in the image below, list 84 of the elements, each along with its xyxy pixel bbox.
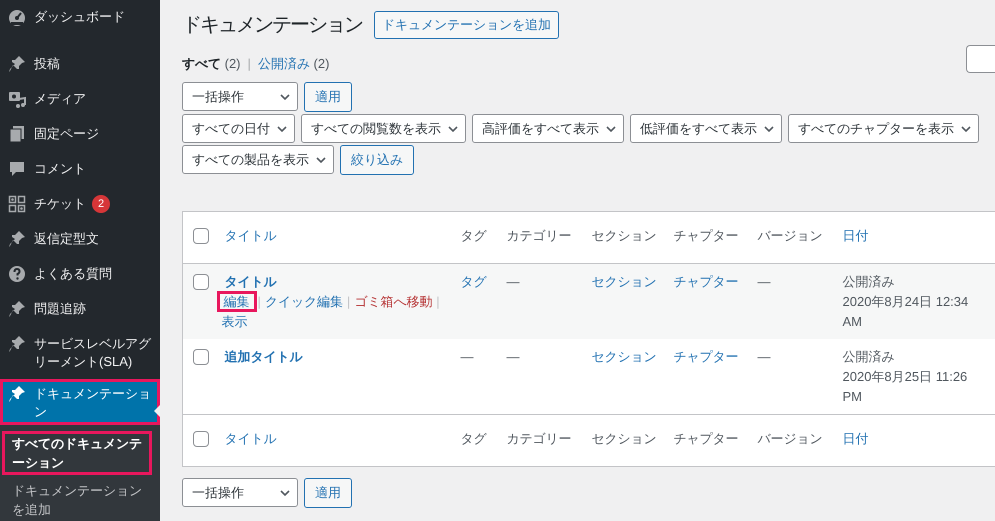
checkbox[interactable] xyxy=(193,228,209,244)
table-cell: — xyxy=(506,349,520,364)
dropdown[interactable]: すべての製品を表示 xyxy=(182,145,334,174)
column-header[interactable]: 日付 xyxy=(842,431,868,446)
pin-icon xyxy=(7,384,27,404)
sidebar-item[interactable]: コメント xyxy=(0,152,160,187)
separator: | xyxy=(436,294,440,309)
table-cell: — xyxy=(758,274,770,289)
add-new-button[interactable]: ドキュメンテーションを追加 xyxy=(374,11,559,39)
submenu-item[interactable]: ドキュメンテーションを追加 xyxy=(2,478,152,521)
separator: | xyxy=(248,55,251,73)
cell-link[interactable]: チャプター xyxy=(674,274,738,289)
sidebar-item[interactable]: 返信定型文 xyxy=(0,222,160,257)
column-header: チャプター xyxy=(674,431,738,446)
status-filter-link[interactable]: すべて xyxy=(182,55,221,73)
pin-icon xyxy=(7,54,27,74)
pin-icon xyxy=(7,229,27,249)
cell-link[interactable]: セクション xyxy=(592,349,656,364)
dropdown[interactable]: すべての閲覧数を表示 xyxy=(301,114,466,143)
post-date: 2020年8月24日 12:34 AM xyxy=(842,293,970,331)
column-header[interactable]: タイトル xyxy=(224,431,276,446)
cell-link[interactable]: チャプター xyxy=(674,349,738,364)
sidebar-item[interactable]: ドキュメンテーション xyxy=(0,379,160,425)
column-header: セクション xyxy=(592,228,656,243)
table-cell: — xyxy=(506,274,520,289)
checkbox[interactable] xyxy=(193,349,209,365)
separator: | xyxy=(346,294,350,309)
dropdown[interactable]: すべてのチャプターを表示 xyxy=(788,114,979,143)
table-cell: — xyxy=(758,349,770,364)
cell-link[interactable]: セクション xyxy=(592,274,656,289)
gauge-icon xyxy=(7,7,27,27)
separator: | xyxy=(258,294,261,309)
button[interactable]: 適用 xyxy=(304,82,352,112)
dropdown[interactable]: 一括操作 xyxy=(182,478,298,507)
row-action-link[interactable]: クイック編集 xyxy=(262,294,345,309)
sidebar-item[interactable]: 投稿 xyxy=(0,47,160,82)
pin-icon xyxy=(7,299,27,319)
count-text: (2) xyxy=(314,55,330,73)
column-header[interactable]: タイトル xyxy=(224,228,276,243)
column-header: カテゴリー xyxy=(506,431,572,446)
button[interactable]: 絞り込み xyxy=(340,145,414,175)
checkbox[interactable] xyxy=(193,274,209,290)
post-status: 公開済み xyxy=(842,273,896,291)
column-header: バージョン xyxy=(758,431,822,446)
dropdown[interactable]: 一括操作 xyxy=(182,82,298,111)
submenu-item[interactable]: すべてのドキュメンテーション xyxy=(2,431,152,475)
count-text: (2) xyxy=(224,55,241,73)
row-action-link[interactable]: 表示 xyxy=(220,314,250,329)
table-cell: — xyxy=(460,349,474,364)
sidebar-item[interactable]: チケット 2 xyxy=(0,187,160,222)
column-header: カテゴリー xyxy=(506,228,572,243)
row-title-link[interactable]: タイトル xyxy=(224,272,456,292)
row-action-link[interactable]: 編集 xyxy=(220,294,254,309)
column-header: タグ xyxy=(460,228,486,243)
sidebar-item[interactable]: ダッシュボード xyxy=(0,0,160,35)
column-header: バージョン xyxy=(758,228,822,243)
sidebar-item[interactable]: よくある質問 xyxy=(0,257,160,292)
sidebar-item[interactable]: サービスレベルアグリーメント(SLA) xyxy=(0,327,160,379)
column-header[interactable]: 日付 xyxy=(842,228,868,243)
column-header: チャプター xyxy=(674,228,738,243)
grid-icon xyxy=(7,194,27,214)
checkbox[interactable] xyxy=(193,431,209,447)
button[interactable]: 適用 xyxy=(304,478,352,508)
cell-link[interactable]: タグ xyxy=(460,274,486,289)
post-date: 2020年8月25日 11:26 PM xyxy=(842,368,968,406)
status-filter-link[interactable]: 公開済み xyxy=(258,55,310,73)
dropdown[interactable]: 高評価をすべて表示 xyxy=(472,114,624,143)
search-field[interactable] xyxy=(966,45,995,73)
page-title: ドキュメンテーション xyxy=(182,13,362,38)
sidebar-item[interactable]: 問題追跡 xyxy=(0,292,160,327)
question-icon xyxy=(7,264,27,284)
column-header: セクション xyxy=(592,431,656,446)
post-status: 公開済み xyxy=(842,348,896,366)
speech-bubble-icon xyxy=(7,159,27,179)
photo-note-icon xyxy=(7,89,27,109)
dropdown[interactable]: すべての日付 xyxy=(182,114,295,143)
row-title-link[interactable]: 追加タイトル xyxy=(224,347,456,367)
trash-link[interactable]: ゴミ箱へ移動 xyxy=(352,294,434,309)
count-badge: 2 xyxy=(92,195,110,213)
dropdown[interactable]: 低評価をすべて表示 xyxy=(630,114,782,143)
sidebar-item[interactable]: メディア xyxy=(0,82,160,117)
column-header: タグ xyxy=(460,431,486,446)
sidebar-item[interactable]: 固定ページ xyxy=(0,117,160,152)
pin-icon xyxy=(7,334,27,354)
